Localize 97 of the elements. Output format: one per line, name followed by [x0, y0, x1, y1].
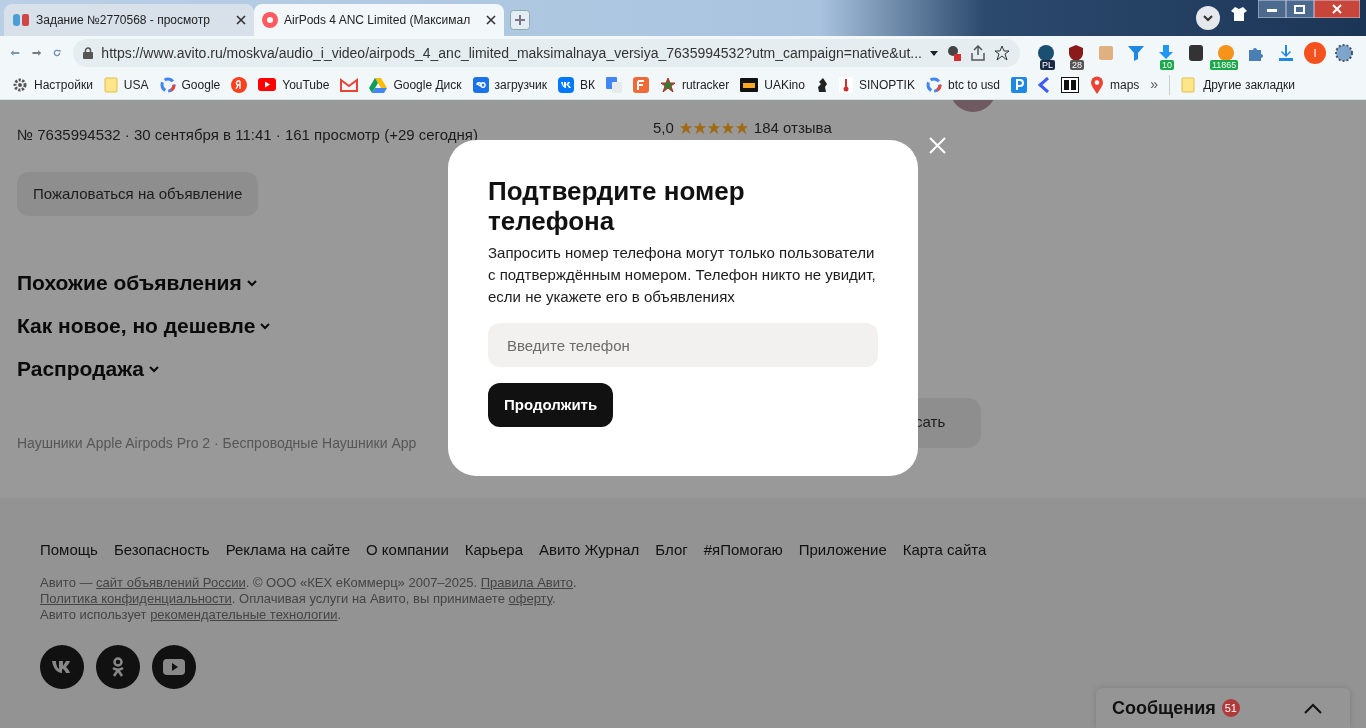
google-icon	[159, 76, 176, 93]
continue-button[interactable]: Продолжить	[488, 383, 614, 427]
bookmark[interactable]: ВК	[557, 75, 595, 94]
funnel-icon[interactable]	[1127, 44, 1145, 62]
odnoklassniki-icon	[111, 656, 125, 677]
messages-label: Сообщения	[1112, 696, 1216, 720]
profile-avatar[interactable]: I	[1304, 42, 1326, 64]
film-icon	[740, 77, 759, 92]
social-link[interactable]	[96, 644, 140, 689]
bookmark[interactable]: Google	[159, 75, 221, 94]
vk-icon	[52, 660, 72, 673]
more-bookmarks[interactable]: »	[1150, 74, 1159, 95]
minimize-icon[interactable]	[1258, 0, 1286, 18]
bookmark[interactable]: UAKino	[740, 75, 805, 94]
footer-link[interactable]: Безопасность	[113, 539, 210, 562]
tab-title: Задание №2770568 - просмотр	[36, 12, 211, 29]
chevron-down-icon	[259, 322, 272, 330]
extension-badge: 11865	[1210, 60, 1239, 70]
footer-link[interactable]: Реклама на сайте	[225, 539, 351, 562]
bookmark[interactable]: maps	[1090, 75, 1140, 94]
breadcrumbs: Наушники Apple Airpods Pro 2 · Беспроводные Наушники App	[17, 434, 417, 453]
extension-badge: 28	[1070, 60, 1084, 70]
footer-link[interactable]: Авито Журнал	[539, 539, 640, 562]
legal-text: Политика конфиденциальности. Оплачивая услуги на Авито, вы принимаете оферту.	[40, 590, 557, 607]
bookmark[interactable]: SINOPTIK	[838, 75, 915, 94]
chevron-down-icon	[245, 279, 258, 287]
chevron-down-icon	[148, 365, 160, 373]
modal-text: Запросить номер телефона могут только пользователи с подтверждённым номером. Телефон никто не увидит, если не укажете его в объявлениях	[488, 243, 877, 307]
rating-value: 5,0	[653, 118, 674, 138]
bookmark[interactable]: rutracker	[659, 75, 730, 94]
footer-link[interactable]: Приложение	[798, 539, 887, 562]
vk-icon	[557, 76, 574, 93]
chevron-up-icon[interactable]	[1304, 702, 1322, 714]
footer-link[interactable]: Карта сайта	[902, 539, 987, 562]
location-icon[interactable]	[946, 45, 962, 61]
legal-text: Авито использует рекомендательные технологии.	[40, 606, 343, 623]
download-icon[interactable]	[1157, 44, 1175, 62]
site-logo-icon	[12, 12, 30, 28]
star-icon	[659, 76, 676, 93]
folder-icon	[103, 76, 118, 93]
footer-link[interactable]: Блог	[655, 539, 688, 562]
shirt-icon[interactable]	[1230, 6, 1248, 22]
shield-icon[interactable]	[1067, 44, 1085, 62]
reviews-count: 184 отзыва	[753, 118, 832, 138]
site-logo-icon	[262, 12, 278, 28]
google-icon	[925, 76, 942, 93]
section-heading[interactable]: Похожие объявления	[17, 272, 272, 294]
bookmark[interactable]: Другие закладки	[1181, 75, 1296, 94]
browser-tab[interactable]: Задание №2770568 - просмотр	[4, 4, 254, 36]
bookmark[interactable]: USA	[103, 75, 149, 94]
pin-icon	[1090, 75, 1104, 94]
restore-icon[interactable]	[1286, 0, 1314, 18]
drive-icon	[369, 76, 388, 93]
extension-badge: 10	[1160, 60, 1174, 70]
report-button[interactable]: Пожаловаться на объявление	[17, 172, 259, 216]
bookmark[interactable]: YouTube	[258, 75, 330, 94]
gmail-icon	[340, 77, 359, 92]
caret-icon[interactable]	[930, 50, 938, 56]
new-tab-icon[interactable]	[510, 10, 530, 30]
yandex-icon	[231, 76, 248, 93]
listing-meta: № 7635994532 · 30 сентября в 11:41 · 161 просмотр (+29 сегодня)	[17, 125, 478, 145]
footer-link[interactable]: О компании	[366, 539, 449, 562]
bookmark[interactable]: Настройки	[12, 75, 93, 94]
section-heading[interactable]: Распродажа	[17, 358, 272, 380]
folder-icon	[1181, 76, 1196, 93]
footer-link[interactable]: #яПомогаю	[703, 539, 783, 562]
translate-icon	[605, 76, 622, 93]
modal-title: Подтвердите номер телефона	[488, 176, 746, 236]
phone-input[interactable]: Введите телефон	[488, 323, 878, 367]
close-icon[interactable]	[236, 15, 246, 25]
messages-panel[interactable]: Сообщения 51	[1096, 688, 1350, 728]
legal-text: Авито — сайт объявлений России. © ООО «КЕХ еКоммерц» 2007–2025. Правила Авито.	[40, 574, 578, 591]
youtube-icon	[258, 78, 277, 91]
tab-title: AirPods 4 ANC Limited (Максимал	[284, 12, 472, 29]
close-icon[interactable]	[486, 15, 496, 25]
bookmark[interactable]: btc to usd	[925, 75, 1000, 94]
unread-badge: 51	[1221, 699, 1240, 717]
youtube-icon	[163, 658, 185, 675]
thermo-icon	[838, 76, 853, 93]
chevron-icon	[1038, 76, 1050, 93]
address-bar[interactable]: https://www.avito.ru/moskva/audio_i_video/airpods_4_anc_limited_maksimalnaya_versiya_7635994532?utm_campaign=native&ut...	[73, 39, 1020, 67]
footer-link[interactable]: Помощь	[40, 539, 98, 562]
footer-link[interactable]: Карьера	[464, 539, 524, 562]
chess-icon	[815, 76, 828, 93]
url-text: https://www.avito.ru/moskva/audio_i_video/airpods_4_anc_limited_maksimalnaya_versiya_7635994532?utm_campaign=native&ut...	[101, 43, 922, 63]
dropdown-icon[interactable]	[1196, 6, 1220, 30]
section-heading[interactable]: Как новое, но дешевле	[17, 315, 272, 337]
social-link[interactable]	[40, 644, 84, 689]
share-icon[interactable]	[970, 45, 986, 61]
bookmark[interactable]: загрузчик	[472, 75, 547, 94]
star-icon[interactable]	[994, 45, 1010, 61]
lock-icon	[83, 47, 94, 59]
download-icon[interactable]	[1277, 44, 1295, 62]
extension-badge: PL	[1040, 60, 1055, 70]
bookmark[interactable]: Google Диск	[369, 75, 462, 94]
social-link[interactable]	[152, 644, 196, 689]
browser-tab[interactable]: AirPods 4 ANC Limited (Максимал	[254, 4, 504, 36]
